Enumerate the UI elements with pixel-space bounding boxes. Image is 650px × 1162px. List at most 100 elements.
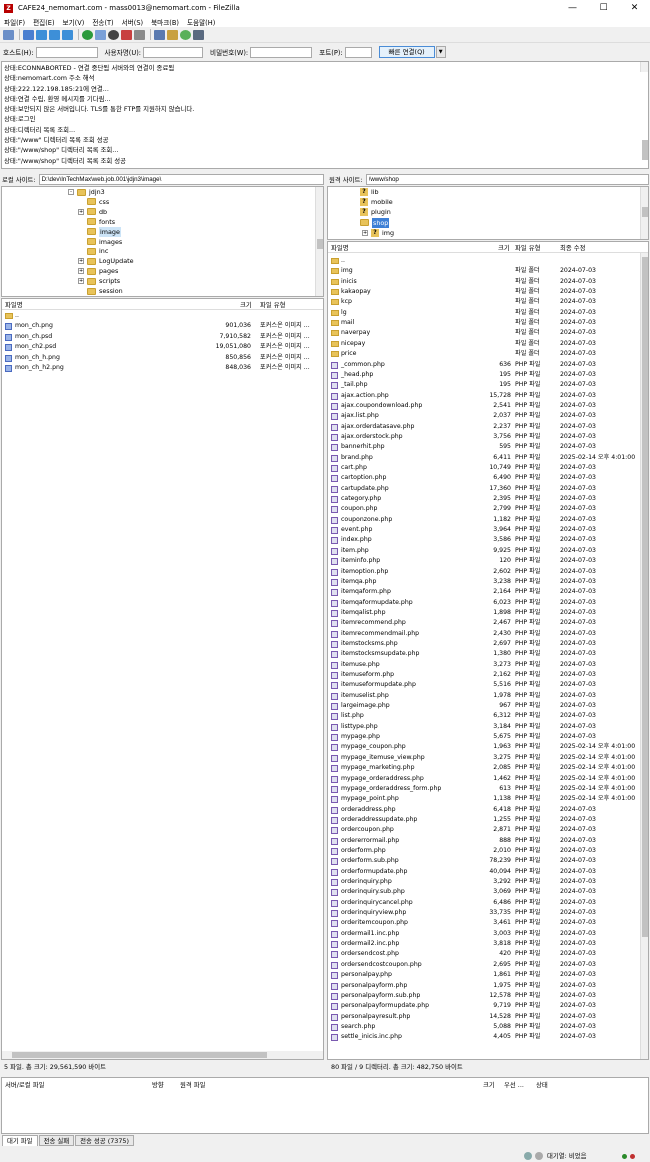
file-row[interactable]: personalpayresult.php 14,528 PHP 파일 2024-07… (328, 1012, 639, 1022)
speed-limit-icon[interactable] (535, 1152, 543, 1160)
local-path-input[interactable] (38, 173, 324, 185)
file-row[interactable]: listtype.php 3,184 PHP 파일 2024-07-03 (328, 722, 639, 732)
file-row[interactable]: mon_ch.png 901,036 포커스온 이미지 ... (2, 321, 323, 331)
column-type[interactable]: 파일 유형 (260, 300, 286, 309)
local-tree-node[interactable]: + scripts (78, 276, 120, 286)
remote-tree-scrollbar[interactable] (640, 187, 648, 239)
column-name[interactable]: 파일명 (5, 300, 23, 309)
file-row[interactable]: ordersendcostcoupon.php 2,695 PHP 파일 2024-0… (328, 960, 639, 970)
file-row[interactable]: orderitemcoupon.php 3,461 PHP 파일 2024-07-03 (328, 918, 639, 928)
process-queue-icon[interactable] (95, 29, 106, 40)
queue-col-size[interactable]: 크기 (483, 1080, 495, 1089)
log-scrollbar[interactable] (640, 62, 648, 160)
site-manager-icon[interactable] (3, 29, 14, 40)
remote-tree-node[interactable]: +? img (362, 228, 394, 238)
local-tree-node[interactable]: - jdjn3 (68, 187, 105, 197)
file-row[interactable]: brand.php 6,411 PHP 파일 2025-02-14 오후 4:01:0… (328, 453, 639, 463)
file-row[interactable]: search.php 5,088 PHP 파일 2024-07-03 (328, 1022, 639, 1032)
remote-tree-node[interactable]: ? lib (360, 187, 379, 197)
file-row[interactable]: mypage_marketing.php 2,085 PHP 파일 2025-02-1… (328, 763, 639, 773)
file-row[interactable]: itemrecommendmail.php 2,430 PHP 파일 2024-07-… (328, 629, 639, 639)
file-row[interactable]: personalpayformupdate.php 9,719 PHP 파일 2024… (328, 1001, 639, 1011)
local-tree-node[interactable]: + pages (78, 266, 118, 276)
file-row[interactable]: ajax.orderstock.php 3,756 PHP 파일 2024-07-03 (328, 432, 639, 442)
file-row[interactable]: inicis 파일 폴더 2024-07-03 (328, 277, 639, 287)
menu-bookmarks[interactable]: 북마크(B) (151, 17, 179, 27)
file-row[interactable]: .. (2, 311, 323, 321)
file-row[interactable]: bannerhit.php 595 PHP 파일 2024-07-03 (328, 442, 639, 452)
file-row[interactable]: itemqaformupdate.php 6,023 PHP 파일 2024-07-0… (328, 598, 639, 608)
file-row[interactable]: orderaddressupdate.php 1,255 PHP 파일 2024-07… (328, 815, 639, 825)
file-row[interactable]: itemstocksmsupdate.php 1,380 PHP 파일 2024-07… (328, 649, 639, 659)
local-list-hscrollbar[interactable] (2, 1051, 323, 1059)
reconnect-icon[interactable] (134, 29, 145, 40)
queue-col-local[interactable]: 서버/로컬 파일 (5, 1080, 44, 1089)
file-row[interactable]: price 파일 폴더 2024-07-03 (328, 349, 639, 359)
file-row[interactable]: orderinquiry.sub.php 3,069 PHP 파일 2024-07-0… (328, 887, 639, 897)
file-row[interactable]: coupon.php 2,799 PHP 파일 2024-07-03 (328, 504, 639, 514)
file-row[interactable]: itemoption.php 2,602 PHP 파일 2024-07-03 (328, 567, 639, 577)
remote-list-scrollbar[interactable] (640, 253, 648, 1059)
filter-icon[interactable] (154, 29, 165, 40)
remote-tree-node[interactable]: +?inicis (362, 238, 398, 239)
local-tree-node[interactable]: fonts (78, 217, 115, 227)
quickconnect-dropdown-icon[interactable]: ▼ (435, 46, 446, 58)
file-row[interactable]: itemuselist.php 1,978 PHP 파일 2024-07-03 (328, 691, 639, 701)
file-row[interactable]: ordercoupon.php 2,871 PHP 파일 2024-07-03 (328, 825, 639, 835)
queue-col-status[interactable]: 상태 (536, 1080, 548, 1089)
file-row[interactable]: iteminfo.php 120 PHP 파일 2024-07-03 (328, 556, 639, 566)
column-modified[interactable]: 최종 수정 (560, 243, 586, 252)
scroll-thumb[interactable] (317, 239, 323, 249)
file-row[interactable]: orderinquiry.php 3,292 PHP 파일 2024-07-03 (328, 877, 639, 887)
column-type[interactable]: 파일 유형 (515, 243, 541, 252)
file-row[interactable]: itemqalist.php 1,898 PHP 파일 2024-07-03 (328, 608, 639, 618)
column-name[interactable]: 파일명 (331, 243, 349, 252)
file-row[interactable]: kcp 파일 폴더 2024-07-03 (328, 297, 639, 307)
file-row[interactable]: cartupdate.php 17,360 PHP 파일 2024-07-03 (328, 484, 639, 494)
remote-tree-node[interactable]: ? mobile (360, 197, 393, 207)
remote-path-input[interactable] (365, 173, 649, 185)
file-row[interactable]: mypage_orderaddress_form.php 613 PHP 파일 202… (328, 784, 639, 794)
file-row[interactable]: itemuseform.php 2,162 PHP 파일 2024-07-03 (328, 670, 639, 680)
expand-toggle-icon[interactable]: + (78, 268, 84, 275)
file-row[interactable]: nicepay 파일 폴더 2024-07-03 (328, 339, 639, 349)
toggle-log-icon[interactable] (23, 29, 34, 40)
menu-edit[interactable]: 편집(E) (33, 17, 54, 27)
file-row[interactable]: _common.php 636 PHP 파일 2024-07-03 (328, 360, 639, 370)
file-row[interactable]: largeimage.php 967 PHP 파일 2024-07-03 (328, 701, 639, 711)
file-row[interactable]: itemqa.php 3,238 PHP 파일 2024-07-03 (328, 577, 639, 587)
port-input[interactable] (344, 46, 372, 58)
file-row[interactable]: mypage_coupon.php 1,963 PHP 파일 2025-02-14 오… (328, 742, 639, 752)
file-row[interactable]: personalpay.php 1,861 PHP 파일 2024-07-03 (328, 970, 639, 980)
file-row[interactable]: itemrecommend.php 2,467 PHP 파일 2024-07-03 (328, 618, 639, 628)
file-row[interactable]: itemuse.php 3,273 PHP 파일 2024-07-03 (328, 660, 639, 670)
expand-toggle-icon[interactable]: + (78, 208, 84, 215)
file-row[interactable]: orderinquiryview.php 33,735 PHP 파일 2024-07-… (328, 908, 639, 918)
maximize-button[interactable]: ☐ (588, 0, 619, 16)
file-row[interactable]: ordersendcost.php 420 PHP 파일 2024-07-03 (328, 949, 639, 959)
expand-toggle-icon[interactable]: + (362, 229, 368, 236)
expand-toggle-icon[interactable]: + (78, 258, 84, 265)
file-row[interactable]: ordermail2.inc.php 3,818 PHP 파일 2024-07-03 (328, 939, 639, 949)
file-row[interactable]: ajax.coupondownload.php 2,541 PHP 파일 2024-0… (328, 401, 639, 411)
file-row[interactable]: orderinquirycancel.php 6,486 PHP 파일 2024-07… (328, 898, 639, 908)
close-button[interactable]: ✕ (619, 0, 650, 16)
toggle-local-tree-icon[interactable] (36, 29, 47, 40)
toggle-queue-icon[interactable] (62, 29, 73, 40)
remote-tree-node[interactable]: ? plugin (360, 207, 391, 217)
local-tree-node[interactable]: images (78, 237, 122, 247)
file-row[interactable]: mypage_itemuse_view.php 3,275 PHP 파일 2025-0… (328, 753, 639, 763)
file-row[interactable]: category.php 2,395 PHP 파일 2024-07-03 (328, 494, 639, 504)
file-row[interactable]: orderform.sub.php 78,239 PHP 파일 2024-07-03 (328, 856, 639, 866)
tab-queued-files[interactable]: 대기 파일 (2, 1135, 38, 1146)
local-tree-node[interactable]: image (78, 226, 121, 237)
menu-file[interactable]: 파일(F) (4, 17, 25, 27)
tab-failed-transfers[interactable]: 전송 실패 (38, 1135, 75, 1146)
tab-successful-transfers[interactable]: 전송 성공 (7375) (75, 1135, 134, 1146)
local-tree-node[interactable]: css (78, 197, 109, 207)
compare-icon[interactable] (167, 29, 178, 40)
quickconnect-button[interactable]: 빠른 연결(Q) (378, 46, 435, 58)
file-row[interactable]: ajax.orderdatasave.php 2,237 PHP 파일 2024-07… (328, 422, 639, 432)
local-tree-node[interactable]: inc (78, 246, 108, 256)
file-row[interactable]: img 파일 폴더 2024-07-03 (328, 266, 639, 276)
